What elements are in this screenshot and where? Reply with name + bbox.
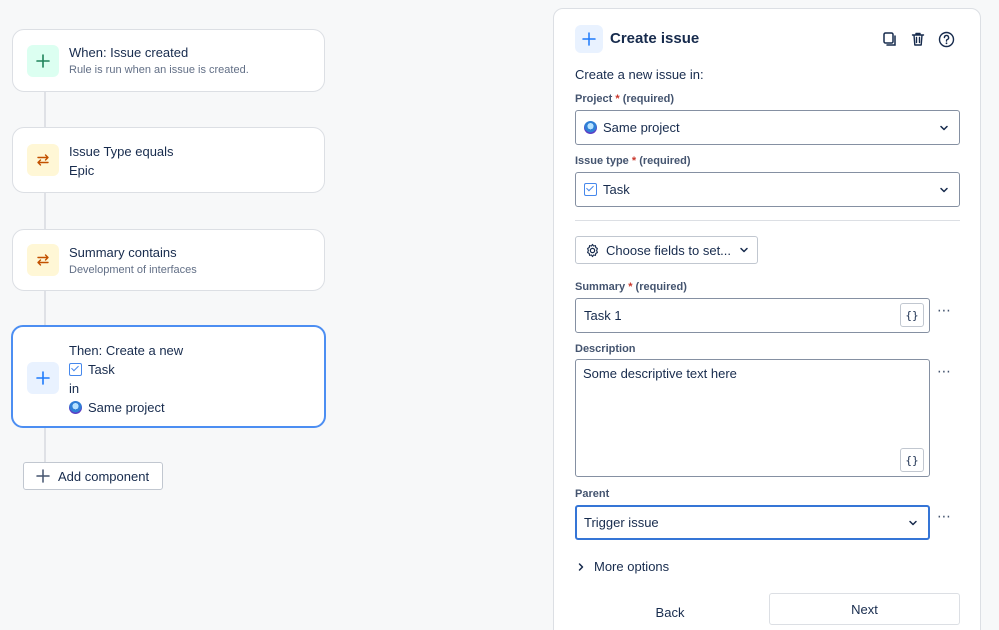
project-select-value: Same project	[603, 120, 680, 135]
next-button[interactable]: Next	[769, 593, 960, 625]
chevron-down-icon	[909, 520, 917, 525]
condition-subtitle: Development of interfaces	[69, 264, 197, 276]
duplicate-icon[interactable]	[881, 30, 899, 48]
task-checkbox-icon	[584, 183, 597, 196]
plus-icon	[27, 45, 59, 77]
project-avatar-icon	[69, 401, 82, 414]
plus-icon	[27, 362, 59, 394]
trigger-card[interactable]: When: Issue created Rule is run when an …	[12, 29, 325, 92]
trash-icon[interactable]	[909, 30, 927, 48]
condition-title: Issue Type equals	[69, 144, 174, 159]
required-star: *	[615, 93, 620, 105]
required-hint: (required)	[635, 281, 687, 293]
condition-title: Summary contains	[69, 245, 177, 260]
issue-type-select-value: Task	[603, 182, 630, 197]
more-actions-icon[interactable]: ⋯	[937, 363, 952, 380]
rule-flow: When: Issue created Rule is run when an …	[0, 0, 540, 630]
task-checkbox-icon	[69, 363, 82, 376]
project-label: Project	[575, 93, 613, 105]
description-label: Description	[575, 343, 636, 355]
more-options-label: More options	[594, 559, 670, 574]
action-issue-type-row: Task	[69, 360, 183, 379]
chevron-right-icon	[578, 562, 584, 571]
smart-value-button[interactable]: {}	[900, 448, 924, 472]
action-in-label: in	[69, 381, 80, 396]
back-button[interactable]: Back	[594, 599, 746, 625]
chevron-down-icon	[740, 247, 748, 253]
summary-input[interactable]: Task 1 {}	[575, 298, 930, 333]
chevron-down-icon	[940, 187, 948, 192]
chevron-down-icon	[940, 125, 948, 130]
flow-connector	[44, 290, 46, 326]
help-icon[interactable]	[937, 30, 955, 48]
flow-connector	[44, 427, 46, 462]
action-project: Same project	[88, 400, 165, 415]
add-component-label: Add component	[58, 468, 150, 484]
required-star: *	[628, 281, 633, 293]
summary-label-row: Summary * (required)	[575, 281, 687, 293]
summary-label: Summary	[575, 281, 626, 293]
plus-icon	[575, 25, 603, 53]
condition-card-issue-type[interactable]: Issue Type equals Epic	[12, 127, 325, 193]
flow-connector	[44, 192, 46, 229]
create-issue-panel: Create issue Create a new issue in: Proj…	[553, 8, 981, 630]
more-actions-icon[interactable]: ⋯	[937, 302, 952, 319]
required-hint: (required)	[639, 155, 691, 167]
required-star: *	[631, 155, 637, 167]
action-project-row: Same project	[69, 398, 183, 417]
trigger-title: When: Issue created	[69, 45, 189, 60]
choose-fields-button[interactable]: Choose fields to set...	[575, 236, 758, 264]
parent-label: Parent	[575, 488, 610, 500]
condition-value: Epic	[69, 163, 95, 178]
divider	[575, 220, 960, 221]
more-options-toggle[interactable]: More options	[576, 559, 669, 574]
description-textarea[interactable]: Some descriptive text here {}	[575, 359, 930, 477]
swap-arrows-icon	[27, 244, 59, 276]
action-issue-type: Task	[88, 362, 115, 377]
issue-type-select[interactable]: Task	[575, 172, 960, 207]
swap-arrows-icon	[27, 144, 59, 176]
project-label-row: Project * (required)	[575, 93, 674, 105]
plus-icon	[36, 469, 50, 483]
gear-icon	[587, 243, 598, 257]
parent-select-value: Trigger issue	[584, 515, 659, 530]
choose-fields-label: Choose fields to set...	[606, 242, 732, 258]
description-value: Some descriptive text here	[583, 366, 737, 381]
more-actions-icon[interactable]: ⋯	[937, 508, 952, 525]
project-avatar-icon	[584, 121, 597, 134]
flow-connector	[44, 91, 46, 127]
trigger-subtitle: Rule is run when an issue is created.	[69, 64, 249, 76]
create-in-intro: Create a new issue in:	[575, 67, 704, 82]
panel-title: Create issue	[610, 30, 700, 47]
action-title: Then: Create a new	[69, 343, 184, 358]
add-component-button[interactable]: Add component	[23, 462, 163, 490]
smart-value-button[interactable]: {}	[900, 303, 924, 327]
summary-input-value: Task 1	[584, 308, 622, 323]
parent-select[interactable]: Trigger issue	[575, 505, 930, 540]
condition-card-summary[interactable]: Summary contains Development of interfac…	[12, 229, 325, 291]
project-select[interactable]: Same project	[575, 110, 960, 145]
issue-type-label: Issue type	[575, 155, 629, 167]
required-hint: (required)	[622, 93, 675, 105]
action-card-create-issue[interactable]: Then: Create a new Task in Same project	[11, 325, 326, 428]
issue-type-label-row: Issue type * (required)	[575, 155, 691, 167]
